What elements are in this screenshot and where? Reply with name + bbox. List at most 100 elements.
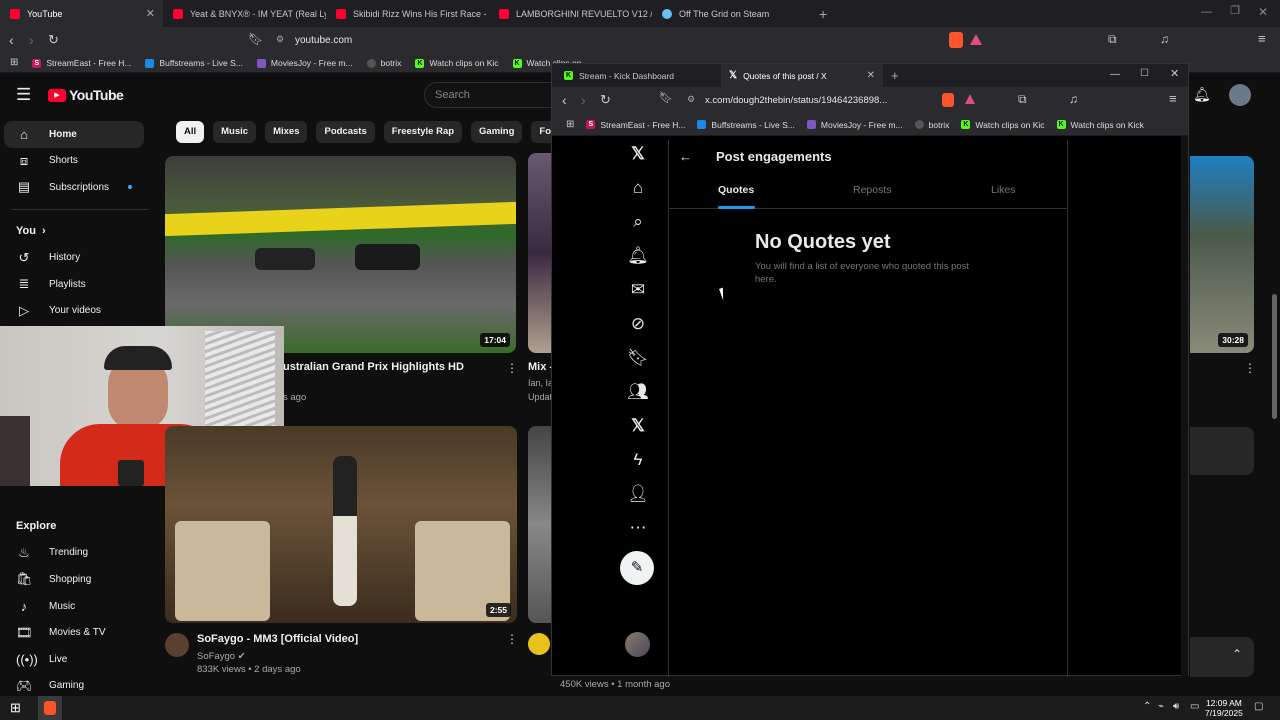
more-icon[interactable]: ⋯ [624,518,652,552]
notifications-icon[interactable]: 🔔︎ [1193,87,1211,101]
profile-icon[interactable]: 👤︎ [624,484,652,518]
minimize-icon[interactable]: — [1110,70,1120,80]
video-thumbnail-right[interactable]: 30:28 [1190,156,1254,353]
maximize-icon[interactable]: ❐ [1230,6,1240,17]
close-window-icon[interactable]: ✕ [1170,69,1179,80]
chevron-up-icon[interactable]: ⌃ [1143,702,1151,712]
reload-icon[interactable]: ↻ [48,33,59,46]
minimize-icon[interactable]: — [1201,7,1212,18]
chip-mixes[interactable]: Mixes [265,121,308,143]
sidebar-you-header[interactable]: You › [0,218,160,245]
back-icon[interactable]: ‹ [562,93,567,107]
more-options-icon[interactable]: ⋮ [506,633,518,645]
mail-icon[interactable]: ✉ [624,280,652,314]
lightning-icon[interactable]: ϟ [624,450,652,484]
chip-music[interactable]: Music [213,121,257,143]
tab-likes[interactable]: Likes [991,184,1016,196]
chip-all[interactable]: All [176,121,205,143]
video-title[interactable]: Mix - [528,361,553,373]
account-avatar[interactable] [1229,84,1251,106]
sidebar-item-home[interactable]: ⌂ Home [4,121,144,148]
windows-start-icon[interactable]: ⊞ [10,701,21,714]
new-tab-icon[interactable]: + [819,7,827,21]
chip-freestyle-rap[interactable]: Freestyle Rap [383,121,463,143]
home-icon[interactable]: ⌂ [624,178,652,212]
bookmark-streameast[interactable]: S StreamEast - Free H... [32,58,131,68]
back-arrow-icon[interactable]: ← [679,150,692,163]
grok-icon[interactable]: ⊘ [624,314,652,348]
tab-reposts[interactable]: Reposts [853,184,892,196]
video-thumbnail-mix[interactable] [528,153,551,353]
url-text[interactable]: x.com/dough2thebin/status/19464236898... [705,95,887,106]
scrollbar-track[interactable] [1181,136,1188,676]
sidebar-item-movies[interactable]: 🎞︎ Movies & TV [0,619,160,646]
apps-grid-icon[interactable]: ⊞ [10,58,18,68]
bookmark-botrix[interactable]: botrix [914,120,949,130]
sidebar-item-history[interactable]: ↺ History [0,244,160,271]
display-icon[interactable]: ▭ [1190,702,1199,712]
video-channel[interactable]: SoFaygo ✔ [197,651,246,662]
tab-kick-dashboard[interactable]: K Stream - Kick Dashboard [558,64,720,87]
brave-rewards-icon[interactable] [970,34,982,45]
apps-grid-icon[interactable]: ⊞ [566,119,574,130]
site-info-icon[interactable]: ⚙ [687,95,695,104]
youtube-logo[interactable]: ▶ YouTube [48,87,124,103]
bookmark-kick-clips[interactable]: K Watch clips on Kic [961,120,1045,130]
bookmark-moviesjoy[interactable]: MoviesJoy - Free m... [256,58,353,68]
sidebar-item-playlists[interactable]: ≣ Playlists [0,271,160,298]
channel-avatar[interactable] [165,633,189,657]
account-avatar[interactable] [625,632,650,657]
tab-off-the-grid[interactable]: Off The Grid on Steam [652,0,815,27]
video-thumbnail-f1[interactable]: 17:04 [165,156,516,353]
bookmark-moviesjoy[interactable]: MoviesJoy - Free m... [806,120,903,130]
bell-icon[interactable]: 🔔︎ [624,246,652,280]
site-info-icon[interactable]: ⚙ [276,35,284,44]
bookmark-page-icon[interactable]: 🔖︎ [248,33,263,45]
music-icon[interactable]: ♫ [1160,33,1169,45]
brave-shields-icon[interactable] [942,93,954,107]
bookmark-icon[interactable]: 🔖︎ [624,348,652,382]
menu-icon[interactable]: ≡ [1169,92,1177,105]
reload-icon[interactable]: ↻ [600,93,611,106]
search-icon[interactable]: ⌕ [624,212,652,246]
tab-youtube[interactable]: YouTube ✕ [0,0,163,27]
brave-shields-icon[interactable] [949,32,963,48]
channel-avatar[interactable] [528,633,550,655]
tab-lamborghini[interactable]: LAMBORGHINI REVUELTO V12 // 370 [489,0,652,27]
forward-icon[interactable]: › [29,33,34,47]
volume-icon[interactable]: 🔊︎ [1173,702,1179,712]
forward-icon[interactable]: › [581,93,586,107]
sidebar-item-subscriptions[interactable]: ▤ Subscriptions [0,174,160,201]
bookmark-page-icon[interactable]: 🔖︎ [659,93,673,104]
sidebar-item-trending[interactable]: ♨ Trending [0,540,160,567]
tab-quotes-post[interactable]: 𝕏 Quotes of this post / X ✕ [721,64,883,87]
brave-rewards-icon[interactable] [965,94,975,104]
extensions-icon[interactable]: ⧉ [1018,93,1027,105]
communities-icon[interactable]: 👥︎ [624,382,652,416]
premium-icon[interactable]: 𝕏 [624,416,652,450]
bookmark-buffstreams[interactable]: Buffstreams - Live S... [697,120,795,130]
bookmark-kick-clips[interactable]: K Watch clips on Kic [415,58,499,68]
close-tab-icon[interactable]: ✕ [146,7,155,20]
menu-icon[interactable]: ≡ [1258,32,1266,45]
search-input[interactable]: Search [424,82,554,108]
network-icon[interactable]: ⌁ [1158,702,1164,712]
video-thumbnail-sofaygo[interactable]: 2:55 [165,426,517,623]
close-window-icon[interactable]: ✕ [1258,6,1268,18]
sidebar-item-shopping[interactable]: 🛍︎ Shopping [0,566,160,593]
bookmark-kick-clips-2[interactable]: K Watch clips on Kick [1056,120,1144,130]
bookmark-botrix[interactable]: botrix [366,58,401,68]
clock[interactable]: 12:09 AM 7/19/2025 [1205,698,1243,718]
tab-quotes[interactable]: Quotes [718,184,754,196]
sidebar-item-your-videos[interactable]: ▷ Your videos [0,298,160,325]
video-title[interactable]: ustralian Grand Prix Highlights HD [283,361,464,373]
post-compose-button[interactable]: ✎ [620,551,654,585]
sidebar-item-music[interactable]: ♪ Music [0,593,160,620]
maximize-icon[interactable]: ☐ [1140,69,1149,79]
url-text[interactable]: youtube.com [295,35,352,46]
sidebar-item-shorts[interactable]: ⧈ Shorts [0,148,160,175]
bookmark-buffstreams[interactable]: Buffstreams - Live S... [145,58,243,68]
extensions-icon[interactable]: ⧉ [1108,33,1117,45]
video-thumbnail-partial[interactable] [528,426,551,623]
notification-center-icon[interactable]: ▢ [1254,702,1263,712]
